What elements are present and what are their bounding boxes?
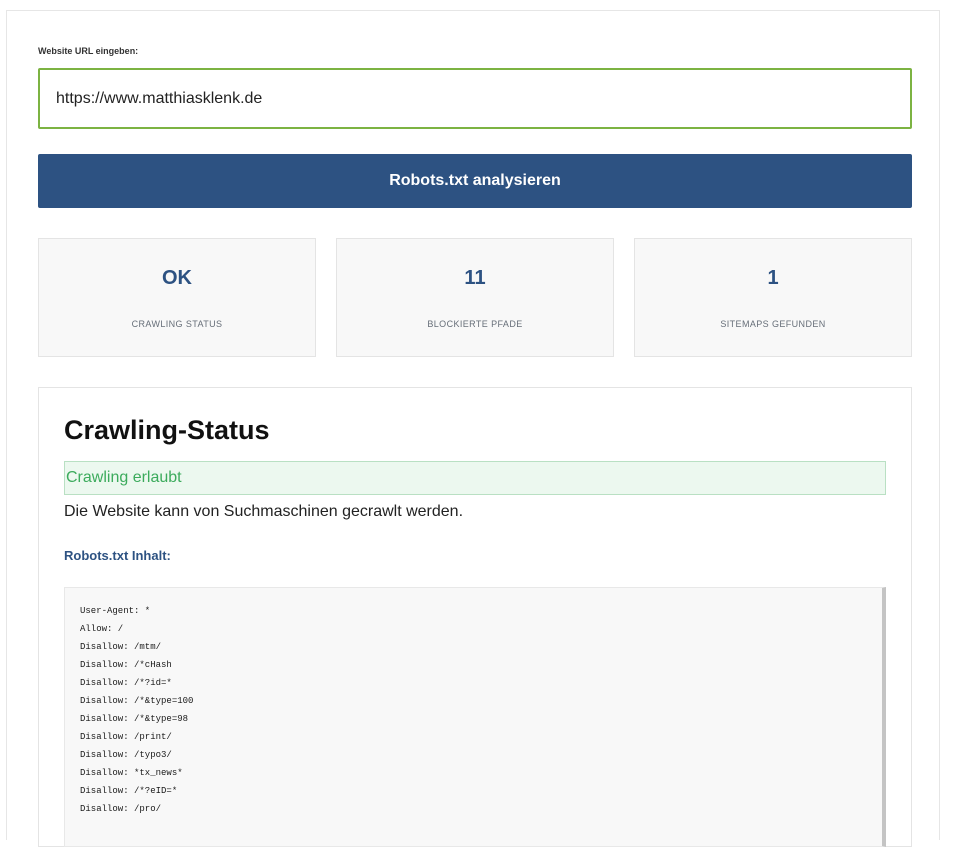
code-line: Disallow: /typo3/ xyxy=(80,750,172,760)
stat-value: OK xyxy=(162,267,192,289)
robots-code-box[interactable]: User-Agent: * Allow: / Disallow: /mtm/ D… xyxy=(64,587,886,847)
status-description: Die Website kann von Suchmaschinen gecra… xyxy=(64,503,464,520)
code-line: Disallow: /*&type=100 xyxy=(80,696,194,706)
code-line: Disallow: /*cHash xyxy=(80,660,172,670)
code-line: Disallow: *tx_news* xyxy=(80,768,183,778)
status-alert: Crawling erlaubt xyxy=(64,461,886,495)
stat-label: CRAWLING STATUS xyxy=(131,319,223,329)
robots-content-heading: Robots.txt Inhalt: xyxy=(64,548,171,563)
code-line: Disallow: /*&type=98 xyxy=(80,714,189,724)
code-line: User-Agent: * xyxy=(80,606,151,616)
code-line: Disallow: /*?id=* xyxy=(80,678,172,688)
code-line: Allow: / xyxy=(80,624,124,634)
crawling-status-panel: Crawling-Status Crawling erlaubt Die Web… xyxy=(38,387,912,847)
status-title: Crawling-Status xyxy=(64,415,270,445)
url-input[interactable] xyxy=(38,68,912,129)
stat-card-blocked-paths: 11 BLOCKIERTE PFADE xyxy=(336,238,614,357)
stat-card-sitemaps-found: 1 SITEMAPS GEFUNDEN xyxy=(634,238,912,357)
stat-card-crawling-status: OK CRAWLING STATUS xyxy=(38,238,316,357)
stat-label: SITEMAPS GEFUNDEN xyxy=(720,319,826,329)
analyze-button[interactable]: Robots.txt analysieren xyxy=(38,154,912,208)
stat-label: BLOCKIERTE PFADE xyxy=(427,319,523,329)
stat-value: 1 xyxy=(767,267,779,289)
analyzer-container: Website URL eingeben: Robots.txt analysi… xyxy=(6,10,940,847)
code-line: Disallow: /pro/ xyxy=(80,804,162,814)
url-label: Website URL eingeben: xyxy=(38,46,139,56)
code-line: Disallow: /*?eID=* xyxy=(80,786,178,796)
stat-value: 11 xyxy=(464,267,486,289)
code-line: Disallow: /mtm/ xyxy=(80,642,162,652)
code-line: Disallow: /print/ xyxy=(80,732,172,742)
robots-code-lines: User-Agent: * Allow: / Disallow: /mtm/ D… xyxy=(80,605,193,821)
